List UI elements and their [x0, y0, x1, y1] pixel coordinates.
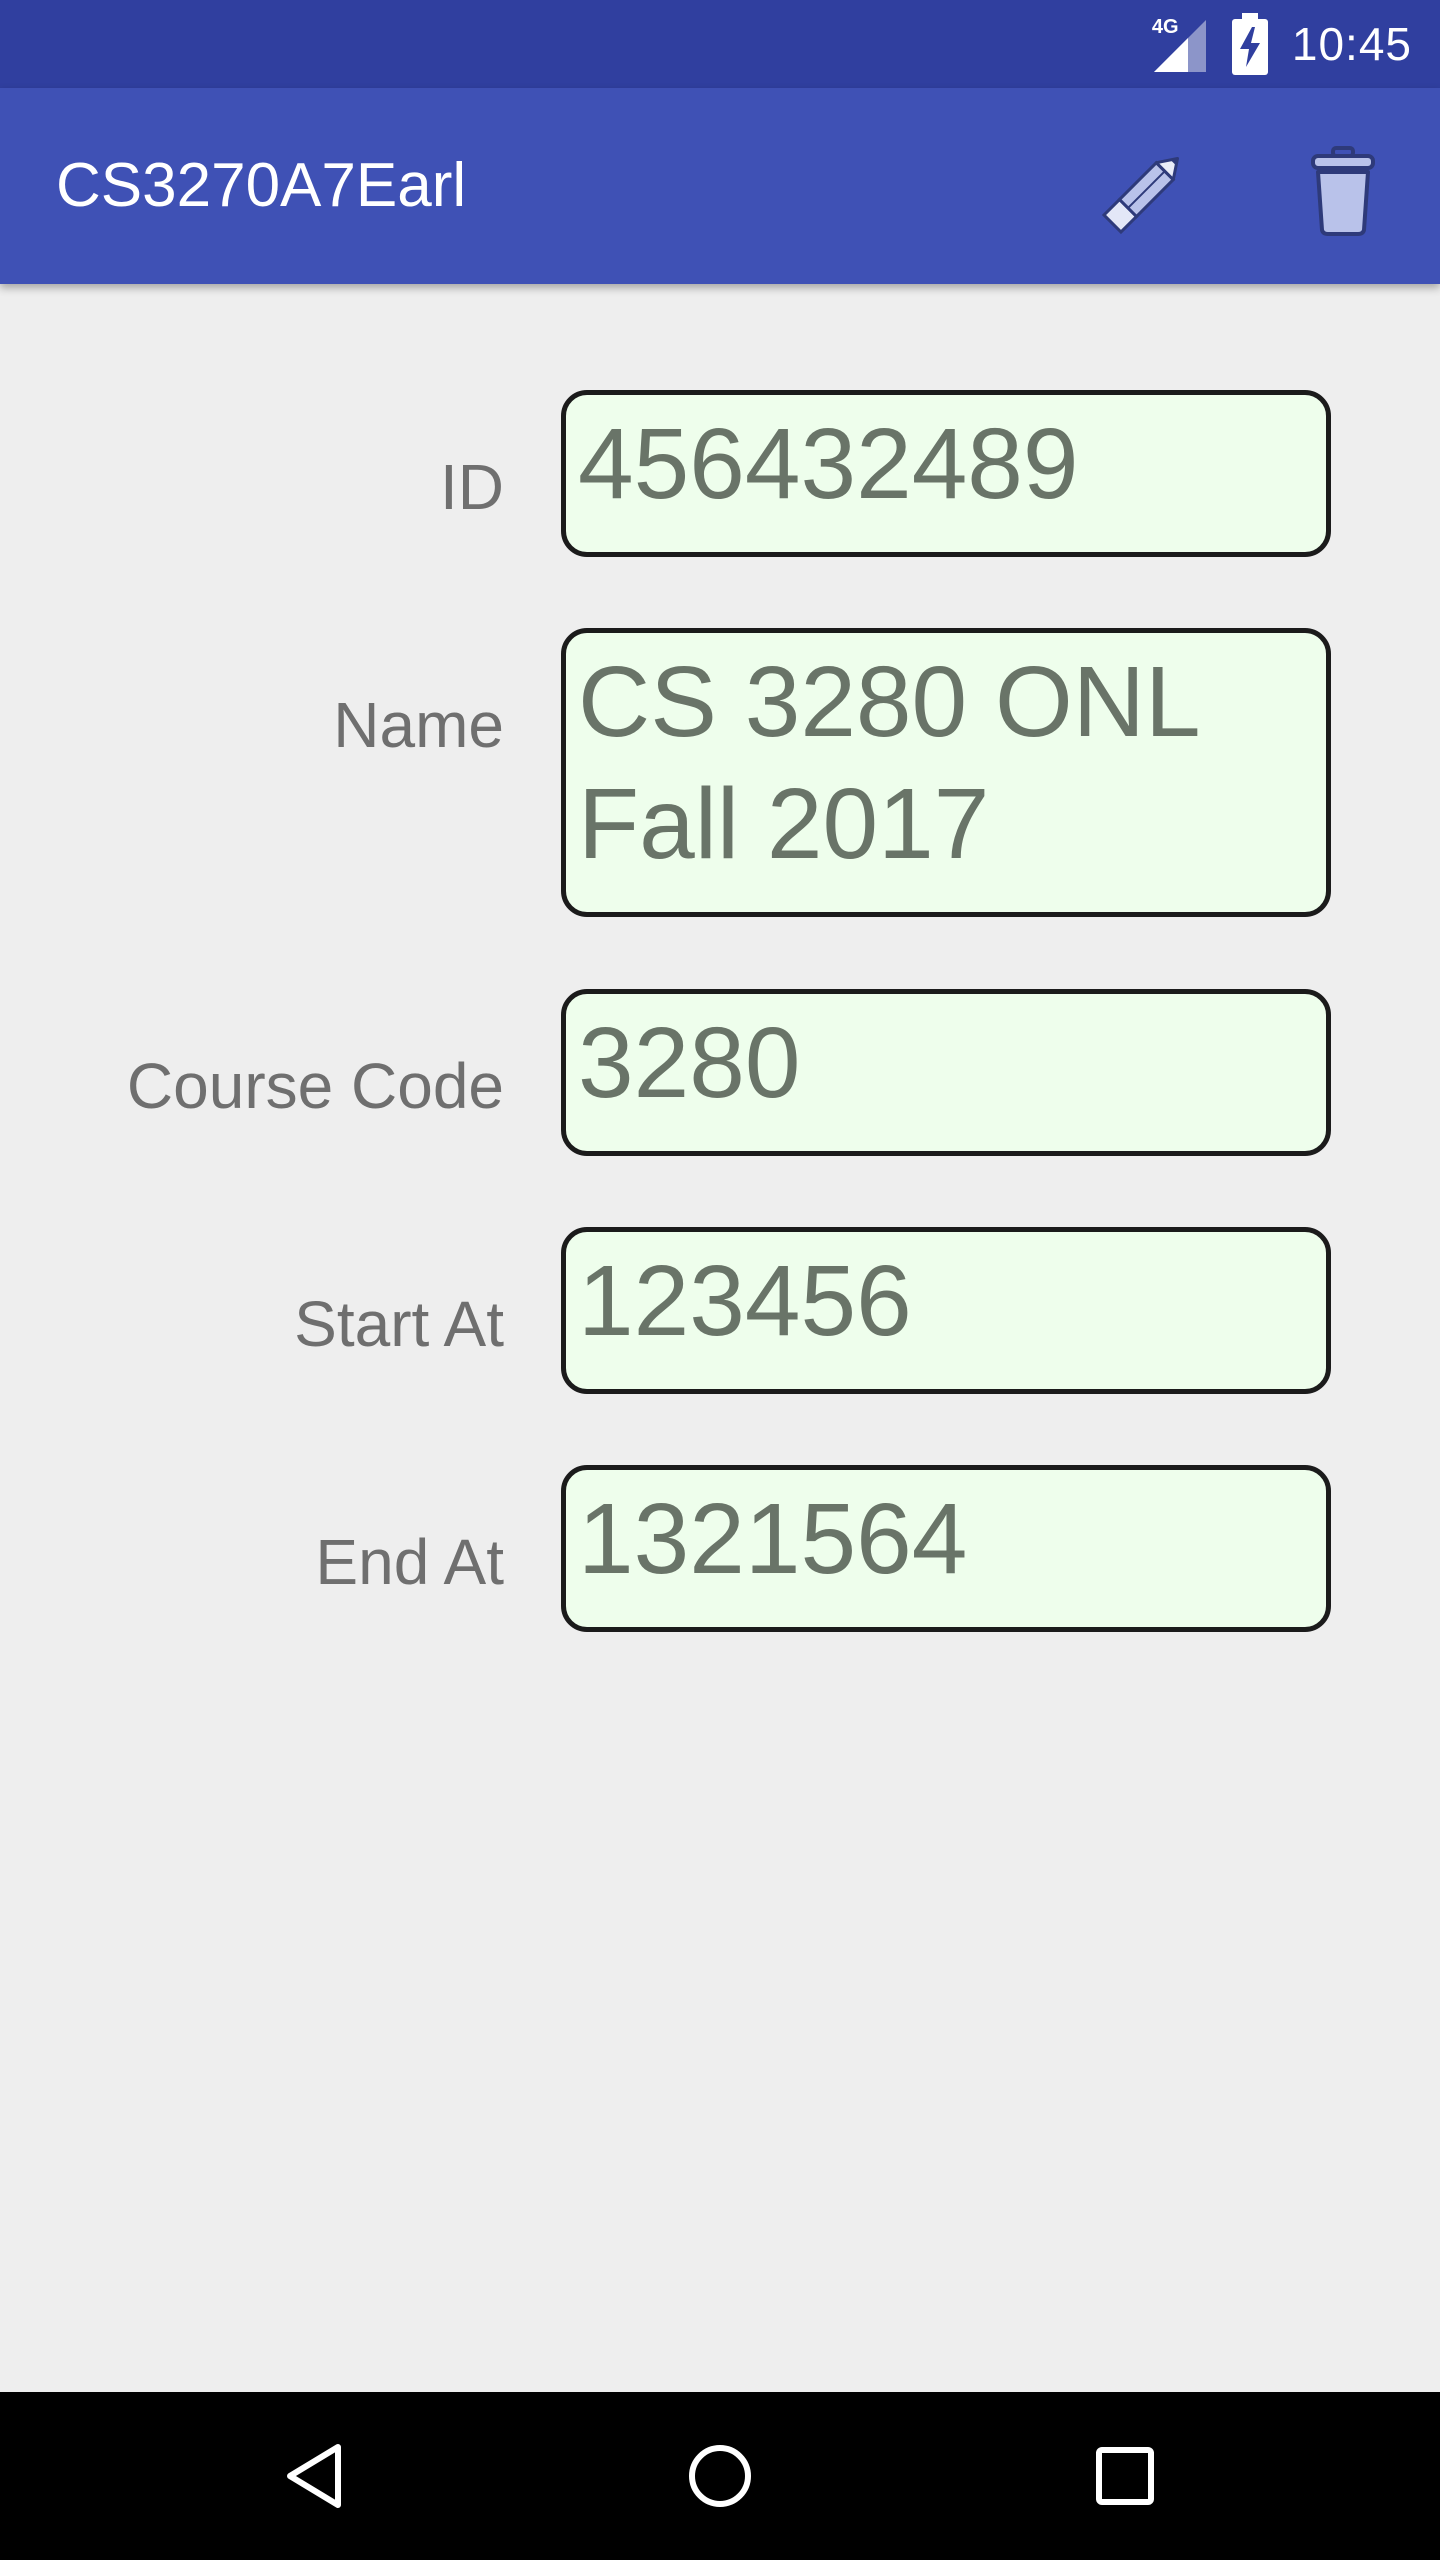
recents-icon [1096, 2447, 1154, 2505]
id-label: ID [440, 451, 504, 523]
end-at-field[interactable]: 1321564 [561, 1465, 1331, 1632]
back-icon [287, 2444, 341, 2508]
start-at-label: Start At [294, 1288, 504, 1360]
status-bar: 4G 10:45 [0, 0, 1440, 88]
name-field[interactable]: CS 3280 ONL Fall 2017 [561, 628, 1331, 917]
id-field[interactable]: 456432489 [561, 390, 1331, 557]
home-button[interactable] [660, 2416, 780, 2536]
end-at-label: End At [315, 1526, 504, 1598]
course-code-label: Course Code [126, 1050, 504, 1122]
status-icons: 4G 10:45 [1148, 0, 1412, 88]
signal-indicator: 4G [1148, 14, 1208, 74]
back-button[interactable] [255, 2416, 375, 2536]
signal-icon [1153, 20, 1206, 72]
pencil-icon [1101, 156, 1180, 235]
home-icon [689, 2445, 751, 2507]
course-code-field[interactable]: 3280 [561, 989, 1331, 1156]
navigation-bar [0, 2392, 1440, 2560]
delete-button[interactable] [1288, 136, 1398, 246]
recents-button[interactable] [1065, 2416, 1185, 2536]
status-time: 10:45 [1291, 18, 1412, 70]
battery-charging-icon [1231, 13, 1268, 75]
name-label: Name [333, 689, 504, 761]
start-at-field[interactable]: 123456 [561, 1227, 1331, 1394]
screen: 4G 10:45 CS3270A7Earl ID 456432489 Name … [0, 0, 1440, 2560]
trash-icon [1311, 146, 1375, 236]
edit-button[interactable] [1090, 136, 1200, 246]
app-title: CS3270A7Earl [56, 151, 467, 220]
app-bar: CS3270A7Earl [0, 88, 1440, 284]
